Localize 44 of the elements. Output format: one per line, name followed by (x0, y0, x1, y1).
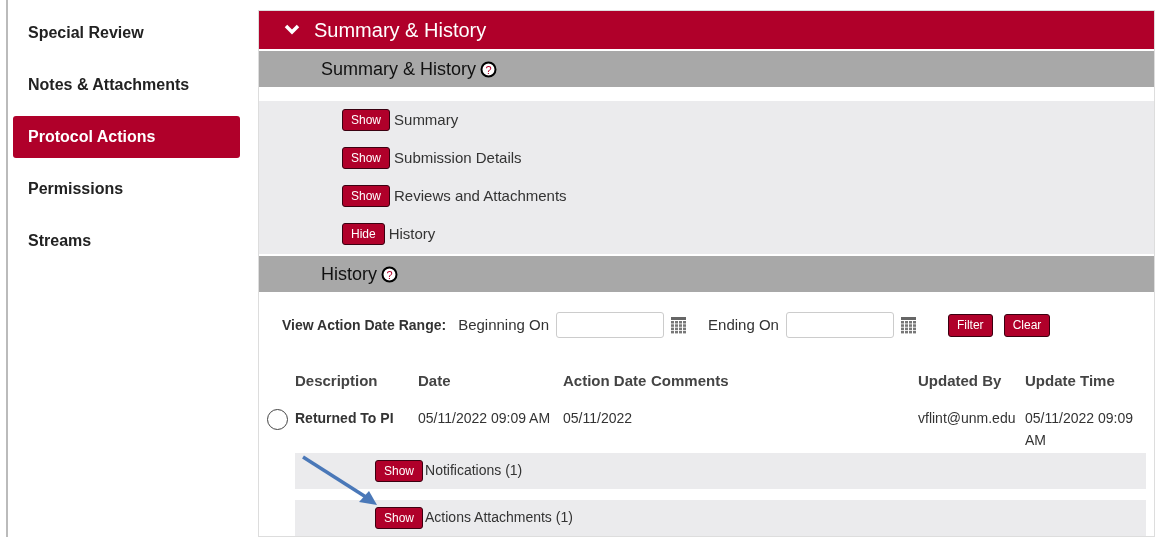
toggle-button[interactable]: Show (375, 460, 424, 482)
table-cell-text: vflint@unm.edu (918, 409, 1017, 428)
column-header: Updated By (918, 371, 1003, 392)
column-header: Description (295, 371, 379, 392)
filter-label: View Action Date Range: (282, 316, 447, 335)
toggle-button[interactable]: Show (342, 184, 391, 207)
section-title: History (321, 262, 377, 286)
subsection-label: Notifications (1) (425, 461, 523, 481)
help-icon[interactable]: ? (480, 60, 498, 78)
filter-button[interactable]: Clear (1003, 314, 1051, 337)
calendar-icon[interactable] (671, 317, 687, 334)
toggle-label: Submission Details (394, 147, 522, 168)
help-icon[interactable]: ? (381, 265, 398, 283)
table-cell-text: 05/11/2022 09:09 AM (418, 409, 552, 428)
panel-title: Summary & History (314, 18, 487, 43)
date-field[interactable] (556, 312, 665, 339)
field-label: Ending On (708, 315, 779, 336)
column-header: Date (418, 371, 452, 392)
toggle-button[interactable]: Hide (342, 222, 385, 245)
table-cell-text: 05/11/2022 09:09 AM (1025, 409, 1134, 450)
toggle-button[interactable]: Show (342, 146, 391, 169)
field-label: Beginning On (458, 315, 550, 336)
sidebar-item[interactable]: Permissions (13, 168, 240, 210)
toggle-button[interactable]: Show (342, 108, 391, 131)
subsection-label: Actions Attachments (1) (425, 508, 573, 528)
date-field[interactable] (785, 312, 894, 339)
table-cell-text: 05/11/2022 (563, 409, 634, 428)
sidebar-item[interactable]: Special Review (13, 12, 240, 54)
toggle-label: Summary (394, 109, 459, 130)
filter-button[interactable]: Filter (947, 314, 993, 337)
table-cell-text: Returned To PI (295, 409, 395, 428)
calendar-icon[interactable] (900, 317, 916, 334)
toggle-button[interactable]: Show (375, 507, 424, 529)
column-header: Update Time (1025, 371, 1116, 392)
toggle-label: Reviews and Attachments (394, 185, 567, 206)
sidebar-item[interactable]: Streams (13, 220, 240, 262)
section-title: Summary & History (321, 57, 477, 81)
column-header: Action Date (563, 371, 648, 392)
sidebar-item[interactable]: Protocol Actions (13, 116, 240, 158)
sidebar-item[interactable]: Notes & Attachments (13, 64, 240, 106)
radio-button[interactable] (266, 409, 288, 430)
toggle-label: History (388, 223, 436, 244)
panel-header[interactable]: Summary & History (259, 11, 1154, 49)
column-header: Comments (651, 371, 730, 392)
